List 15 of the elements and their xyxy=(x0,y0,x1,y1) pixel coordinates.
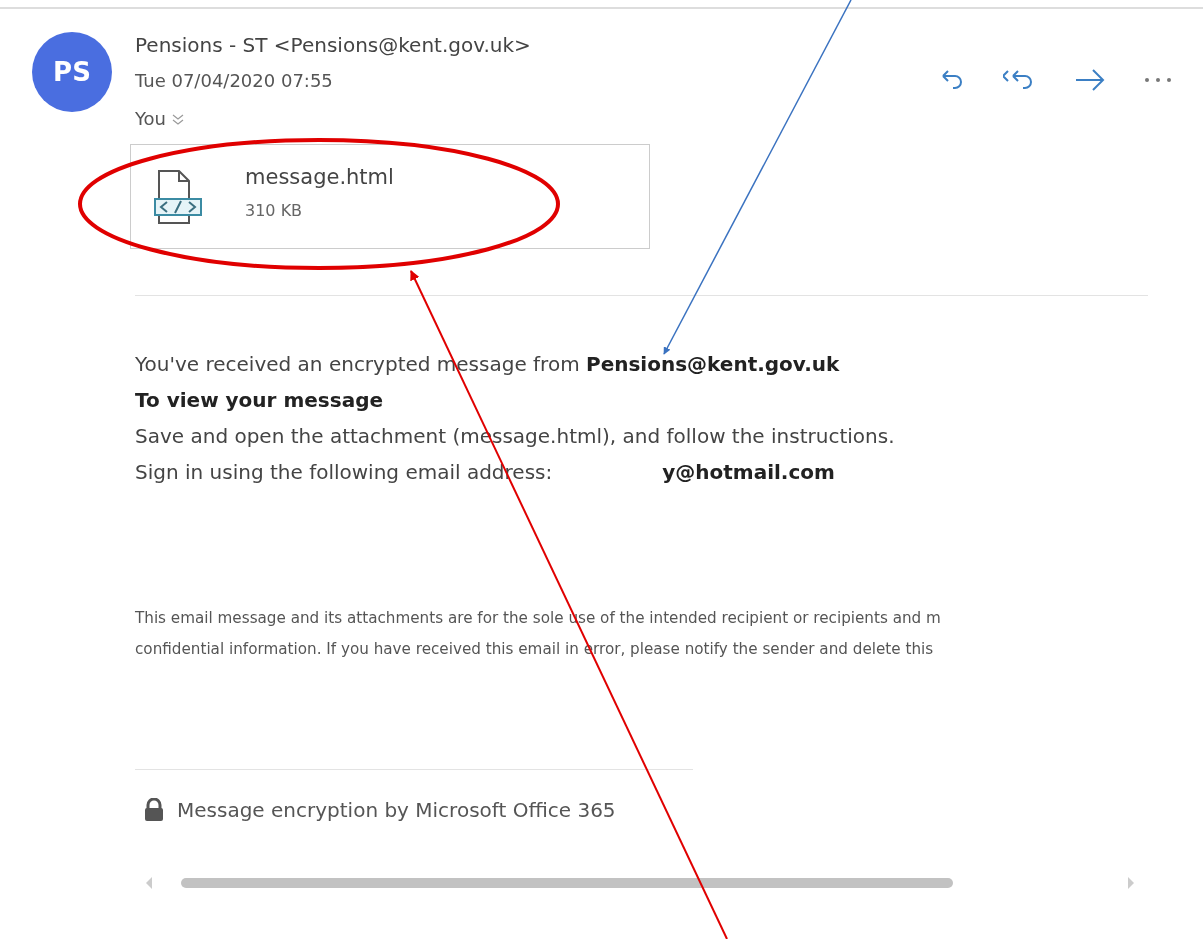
footer-text: Message encryption by Microsoft Office 365 xyxy=(177,798,616,822)
more-icon[interactable] xyxy=(1143,76,1173,84)
attachment-card[interactable]: message.html 310 KB xyxy=(130,144,650,249)
expand-icon[interactable] xyxy=(172,113,185,125)
body-heading: To view your message xyxy=(135,387,385,414)
scrollbar-thumb[interactable] xyxy=(181,878,953,888)
recipient: You xyxy=(135,108,167,130)
attachment-size: 310 KB xyxy=(245,201,304,220)
attachment-name: message.html xyxy=(245,165,394,189)
lock-icon xyxy=(143,798,165,822)
sender-name: Pensions - ST <Pensions@kent.gov.uk> xyxy=(135,32,532,58)
email-address: y@hotmail.com xyxy=(662,459,835,486)
avatar: PS xyxy=(32,32,112,112)
sent-date: Tue 07/04/2020 07:55 xyxy=(135,69,334,93)
code-file-icon xyxy=(153,168,205,225)
